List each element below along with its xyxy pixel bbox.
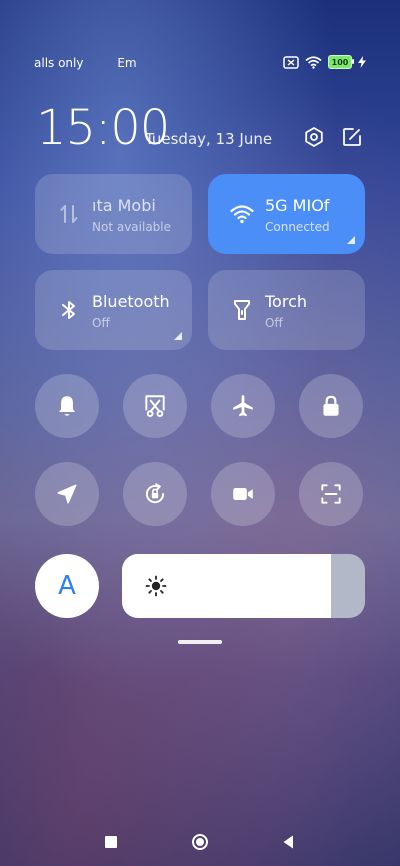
status-bar: alls only Em 100 (0, 55, 400, 72)
tile-subtitle: Not available (92, 220, 172, 234)
bluetooth-tile[interactable]: Bluetooth Off (35, 270, 192, 350)
silent-toggle[interactable] (35, 374, 99, 438)
edit-icon[interactable] (341, 126, 363, 148)
scan-icon (321, 484, 341, 504)
tile-title: 5G MIOf (265, 196, 330, 215)
tile-subtitle: Off (92, 316, 110, 330)
screenshot-icon (145, 395, 165, 417)
screenshot-toggle[interactable] (123, 374, 187, 438)
sun-icon (145, 575, 167, 597)
lock-toggle[interactable] (299, 374, 363, 438)
airplane-toggle[interactable] (211, 374, 275, 438)
wifi-tile[interactable]: 5G MIOf Connected (208, 174, 365, 254)
auto-brightness-label: A (58, 571, 76, 601)
video-icon (233, 488, 253, 500)
torch-icon (234, 300, 250, 320)
drag-handle[interactable] (178, 640, 222, 644)
rotation-lock-icon (145, 483, 165, 504)
carrier-status: alls only Em (34, 56, 167, 70)
lock-icon (323, 395, 339, 416)
location-icon (57, 484, 77, 504)
home-icon[interactable] (191, 833, 209, 851)
scanner-toggle[interactable] (299, 462, 363, 526)
expand-corner-icon[interactable] (347, 236, 355, 244)
brightness-slider[interactable] (122, 554, 365, 618)
torch-tile[interactable]: Torch Off (208, 270, 365, 350)
date[interactable]: Tuesday, 13 June (145, 130, 272, 148)
tile-subtitle: Connected (265, 220, 330, 234)
rotation-lock-toggle[interactable] (123, 462, 187, 526)
bell-icon (58, 396, 76, 416)
settings-icon[interactable] (303, 126, 325, 148)
wifi-icon (305, 55, 322, 69)
bluetooth-icon (62, 301, 75, 319)
expand-corner-icon[interactable] (174, 332, 182, 340)
sim-off-icon (283, 55, 299, 69)
status-text-1: alls only (34, 56, 84, 70)
status-text-2: Em (117, 56, 137, 70)
mobile-data-tile[interactable]: ıta Mobi Not available (35, 174, 192, 254)
auto-brightness-button[interactable]: A (35, 554, 99, 618)
location-toggle[interactable] (35, 462, 99, 526)
tile-subtitle: Off (265, 316, 283, 330)
recents-icon[interactable] (102, 833, 120, 851)
data-arrows-icon (60, 205, 78, 223)
screen-record-toggle[interactable] (211, 462, 275, 526)
tile-title: ıta Mobi (92, 196, 156, 215)
battery-level: 100 (331, 57, 349, 67)
back-icon[interactable] (280, 833, 298, 851)
tile-title: Torch (265, 292, 308, 311)
wifi-icon (230, 205, 254, 224)
airplane-icon (233, 395, 253, 417)
battery-icon: 100 (328, 55, 354, 69)
tile-title: Bluetooth (92, 292, 170, 311)
charging-icon (358, 56, 366, 68)
